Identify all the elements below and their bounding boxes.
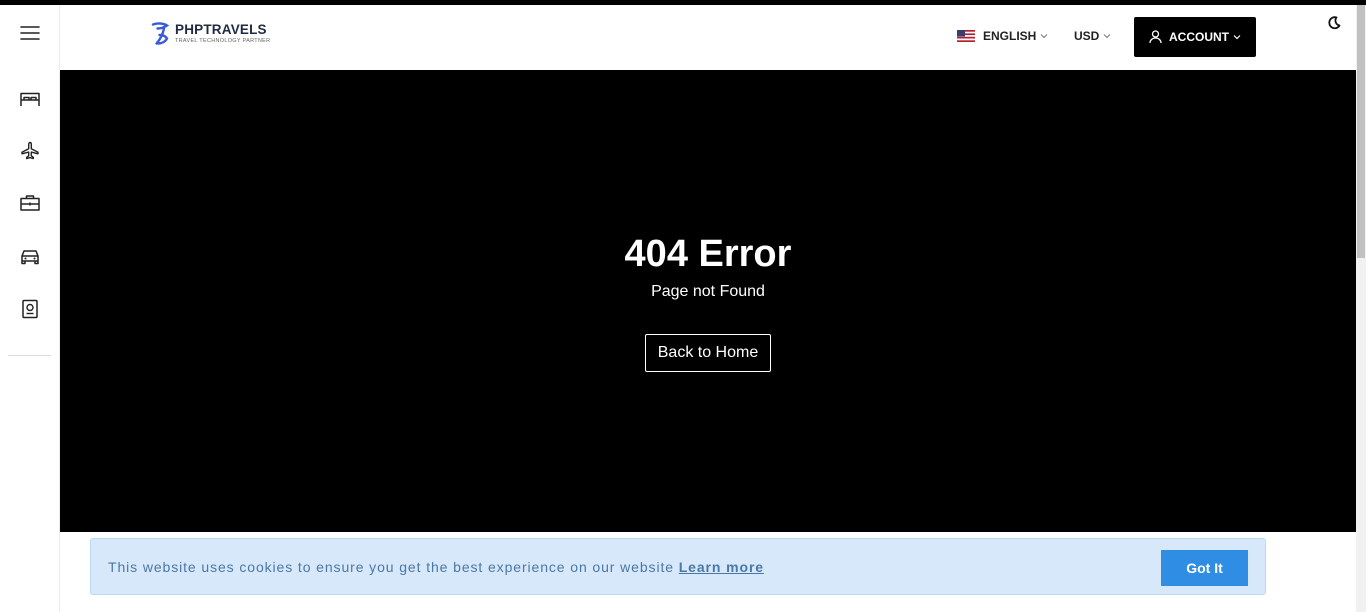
account-label: ACCOUNT	[1169, 30, 1229, 44]
got-it-button[interactable]: Got It	[1161, 550, 1248, 586]
currency-selector[interactable]: USD	[1074, 27, 1111, 45]
cookie-text: This website uses cookies to ensure you …	[108, 559, 764, 575]
chevron-down-icon	[1103, 34, 1111, 39]
logo-name: PHPTRAVELS	[175, 22, 267, 37]
cookie-banner: This website uses cookies to ensure you …	[90, 538, 1266, 595]
user-icon	[1149, 30, 1162, 44]
scrollbar-thumb[interactable]	[1357, 5, 1365, 258]
learn-more-link[interactable]: Learn more	[679, 559, 764, 575]
error-hero: 404 Error Page not Found Back to Home	[60, 70, 1356, 532]
scrollbar[interactable]	[1356, 5, 1366, 612]
car-icon[interactable]	[18, 244, 42, 268]
logo-mark-icon	[151, 22, 170, 45]
language-selector[interactable]: ENGLISH	[957, 27, 1048, 45]
error-title: 404 Error	[624, 233, 792, 275]
us-flag-icon	[957, 30, 975, 42]
header: PHPTRAVELS TRAVEL TECHNOLOGY PARTNER ENG…	[60, 5, 1356, 70]
logo[interactable]: PHPTRAVELS TRAVEL TECHNOLOGY PARTNER	[150, 21, 270, 49]
language-label: ENGLISH	[983, 29, 1037, 43]
sidebar-divider	[8, 355, 51, 356]
logo-tagline: TRAVEL TECHNOLOGY PARTNER	[175, 38, 271, 44]
passport-icon[interactable]	[18, 297, 42, 321]
hamburger-menu-icon[interactable]	[18, 21, 42, 45]
error-subtitle: Page not Found	[651, 283, 765, 300]
chevron-down-icon	[1233, 35, 1241, 40]
bed-icon[interactable]	[18, 86, 42, 110]
dark-mode-toggle-icon[interactable]	[1326, 15, 1342, 31]
account-button[interactable]: ACCOUNT	[1134, 17, 1256, 57]
back-to-home-button[interactable]: Back to Home	[645, 334, 771, 372]
briefcase-icon[interactable]	[18, 191, 42, 215]
cookie-message: This website uses cookies to ensure you …	[108, 559, 674, 575]
currency-label: USD	[1074, 29, 1100, 43]
sidebar	[0, 5, 60, 612]
plane-icon[interactable]	[18, 139, 42, 163]
chevron-down-icon	[1040, 34, 1048, 39]
